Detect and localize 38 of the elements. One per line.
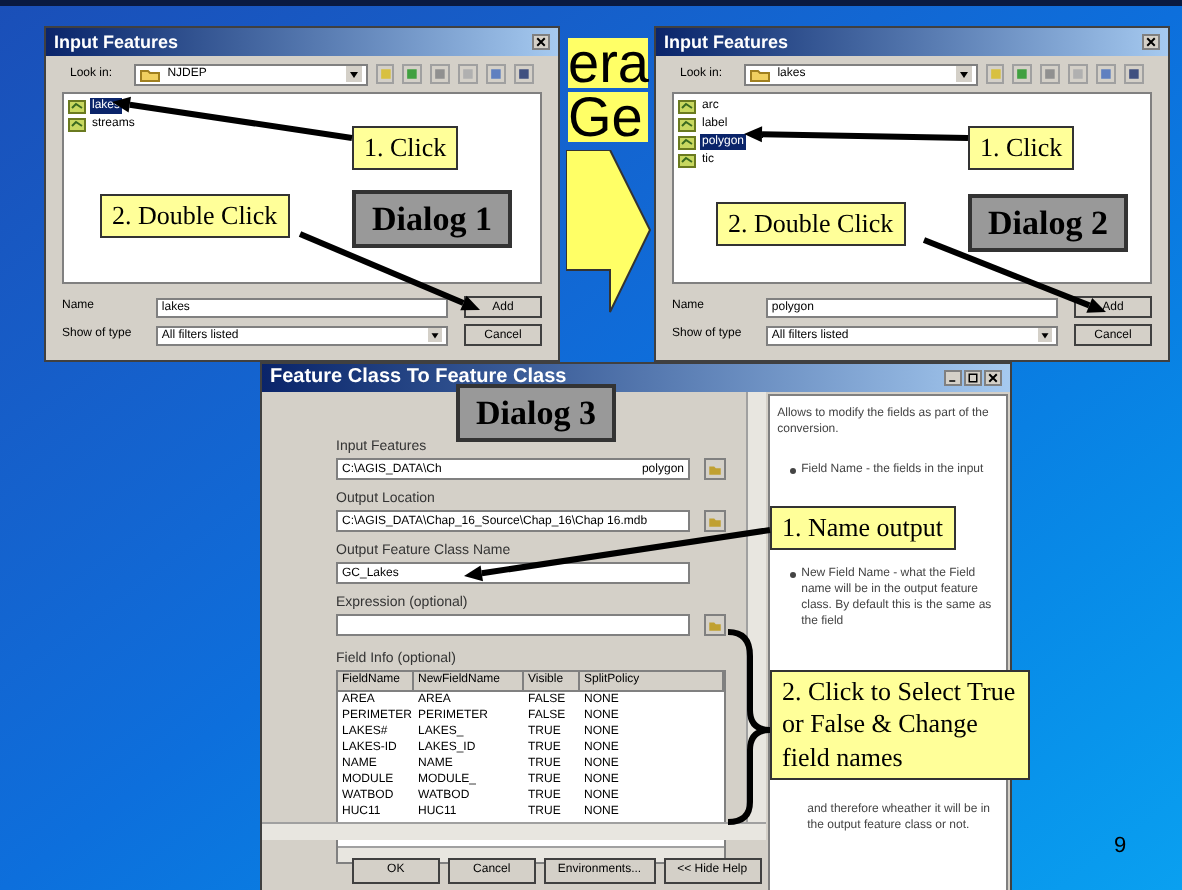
- layer-icon: [678, 153, 696, 167]
- text-field[interactable]: [336, 614, 690, 636]
- slide-title-fragment: Ge: [568, 92, 649, 142]
- caret-icon: [345, 66, 362, 82]
- dialog-badge: Dialog 3: [456, 384, 616, 442]
- caret-icon: [955, 66, 972, 82]
- callout: 1. Click: [968, 126, 1075, 171]
- window-title: Input Features: [664, 33, 789, 51]
- caret-icon: [1038, 328, 1053, 342]
- layer-icon: [678, 135, 696, 149]
- layer-icon: [678, 99, 696, 113]
- horizontal-scrollbar[interactable]: [262, 822, 766, 840]
- caret-icon: [428, 328, 443, 342]
- folder-icon: [749, 67, 770, 81]
- browse-icon[interactable]: [704, 614, 726, 636]
- minimize-icon[interactable]: [944, 370, 962, 386]
- callout: 1. Name output: [770, 506, 956, 551]
- callout: 2. Double Click: [100, 194, 290, 239]
- page-number: 9: [1114, 832, 1127, 862]
- window-title: Input Features: [54, 33, 179, 51]
- layer-icon: [68, 99, 86, 113]
- browse-icon[interactable]: [704, 510, 726, 532]
- callout: 2. Click to Select True or False & Change field names: [770, 670, 1030, 780]
- callout: 1. Click: [352, 126, 459, 171]
- window-title: Feature Class To Feature Class: [270, 368, 567, 388]
- close-icon[interactable]: [984, 370, 1002, 386]
- maximize-icon[interactable]: [964, 370, 982, 386]
- browse-icon[interactable]: [704, 458, 726, 480]
- dialog-badge: Dialog 1: [352, 190, 512, 248]
- bullet-icon: [789, 572, 796, 578]
- close-icon[interactable]: [532, 34, 550, 50]
- folder-icon: [139, 67, 160, 81]
- callout: 2. Double Click: [716, 202, 906, 247]
- bullet-icon: [789, 468, 796, 474]
- layer-icon: [678, 117, 696, 131]
- close-icon[interactable]: [1142, 34, 1160, 50]
- dialog-badge: Dialog 2: [968, 194, 1128, 252]
- layer-icon: [68, 117, 86, 131]
